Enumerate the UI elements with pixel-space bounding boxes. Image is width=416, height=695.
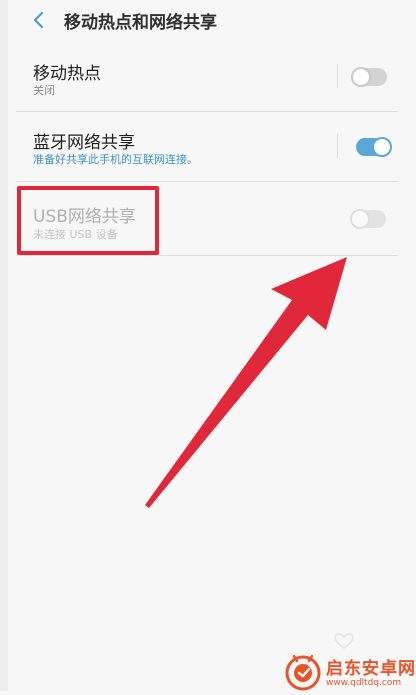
- watermark-url: www.qdltdq.com: [326, 678, 402, 688]
- setting-title: 移动热点: [33, 64, 101, 84]
- setting-subtitle: 关闭: [33, 84, 55, 97]
- usb-tethering-toggle: [350, 209, 386, 229]
- setting-subtitle: 准备好共享此手机的互联网连接。: [33, 153, 198, 166]
- vertical-divider: [337, 64, 338, 88]
- setting-row-bluetooth-tethering[interactable]: 蓝牙网络共享 准备好共享此手机的互联网连接。: [16, 112, 398, 184]
- bluetooth-tethering-toggle[interactable]: [356, 137, 392, 157]
- highlight-box: [17, 186, 159, 255]
- heart-icon: [334, 633, 354, 649]
- left-edge-strip: [0, 0, 8, 691]
- toggle-knob: [372, 137, 392, 157]
- setting-title: 蓝牙网络共享: [33, 133, 135, 153]
- watermark: 启东安卓网 www.qdltdq.com: [284, 652, 416, 691]
- page-title: 移动热点和网络共享: [64, 13, 217, 33]
- mobile-hotspot-toggle[interactable]: [351, 67, 387, 87]
- setting-row-mobile-hotspot[interactable]: 移动热点 关闭: [16, 40, 398, 112]
- toggle-knob: [350, 209, 370, 229]
- watermark-text: 启东安卓网 www.qdltdq.com: [326, 654, 416, 688]
- settings-screen: 移动热点和网络共享 移动热点 关闭 蓝牙网络共享 准备好共享此手机的互联网连接。…: [0, 0, 416, 691]
- watermark-logo-icon: [284, 653, 322, 691]
- toggle-knob: [351, 67, 371, 87]
- vertical-divider: [337, 134, 338, 158]
- back-button[interactable]: [24, 6, 52, 34]
- row-divider: [16, 255, 398, 256]
- watermark-name: 启东安卓网: [326, 659, 416, 679]
- chevron-left-icon: [33, 11, 44, 29]
- arrow-shape: [145, 257, 347, 508]
- header-bar: 移动热点和网络共享: [0, 0, 416, 40]
